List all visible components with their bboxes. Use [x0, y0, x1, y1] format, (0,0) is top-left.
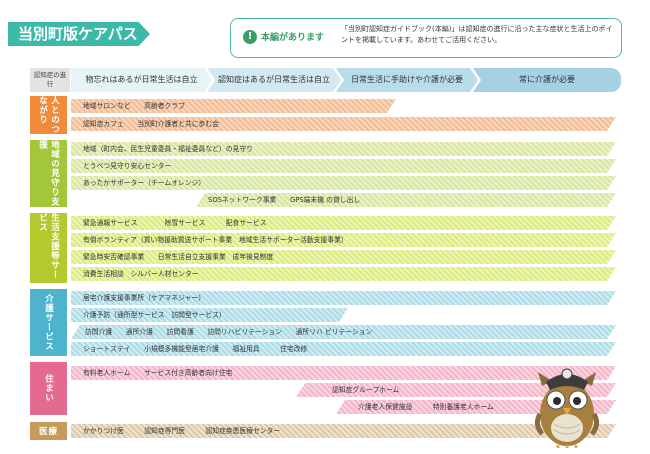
- bar-emergency-call: 緊急通報サービス 除雪サービス 配食サービス: [71, 216, 616, 230]
- category-life-support: 生活支援等サービス: [30, 213, 67, 283]
- category-medical: 医療: [30, 422, 67, 440]
- stage-1: 物忘れはあるが日常生活は自立: [71, 68, 212, 92]
- notice-description: 「当別町認知症ガイドブック(本編)」は認知症の進行に沿った主な症状と生活上のポイ…: [341, 25, 613, 44]
- exclamation-icon: !: [243, 30, 257, 44]
- stage-label: 認知症の進 行: [30, 68, 70, 92]
- bar-watch-center: とうべつ見守り安心センター: [71, 159, 616, 173]
- bar-dementia-cafe: 認知症カフェ 当別町介護者と共に歩む会: [71, 117, 616, 131]
- stage-4: 常に介護が必要: [473, 68, 621, 92]
- notice-heading: 本編があります: [261, 33, 325, 43]
- bar-sos-network: SOSネットワーク事業 GPS端末機 の貸し出し: [196, 193, 616, 207]
- category-community-watch: 地域の見守り支援: [30, 140, 67, 207]
- bar-home-visit: 訪問介護 通所介護 訪問看護 訪問リハビリテーション 通所リハ ビリテーション: [71, 325, 616, 339]
- bar-community-watch: 地域（町内会、民生児童委員・福祉委員など）の見守り: [71, 142, 616, 156]
- bar-consumer-consult: 消費生活相談 シルバー人材センター: [71, 267, 616, 281]
- stage-3: 日常生活に手助けや介護が必要: [336, 68, 478, 92]
- category-housing: 住まい: [30, 362, 67, 415]
- bar-care-manager: 居宅介護支援事業所（ケアマネジャー）: [71, 291, 616, 305]
- bar-safety-check: 緊急時安否確認事業 日常生活自立支援事業 成年後見制度: [71, 250, 616, 264]
- bar-short-stay: ショートステイ 小規模多機能型居宅介護 福祉用具 住宅改修: [71, 342, 616, 356]
- stage-2: 認知症はあるが日常生活は自立: [207, 68, 341, 92]
- bar-salon: 地域サロンなど 高齢者クラブ: [71, 99, 396, 113]
- owl-mascot-icon: [534, 368, 600, 448]
- page-title: 当別町版ケアパス: [8, 22, 150, 46]
- bar-volunteer: 有償ボランティア（買い物援助買送サポート事業 地域生活サポーター活動支援事業）: [71, 233, 616, 247]
- bar-preventive-care: 介護予防（通所型サービス 訪問型サービス）: [71, 308, 348, 322]
- category-connections: 人とのつながり: [30, 96, 67, 134]
- notice-box: ! 本編があります 「当別町認知症ガイドブック(本編)」は認知症の進行に沿った主…: [230, 18, 622, 58]
- bar-supporter: あったかサポーター（チームオレンジ）: [71, 176, 616, 190]
- category-care-services: 介護サービス: [30, 289, 67, 356]
